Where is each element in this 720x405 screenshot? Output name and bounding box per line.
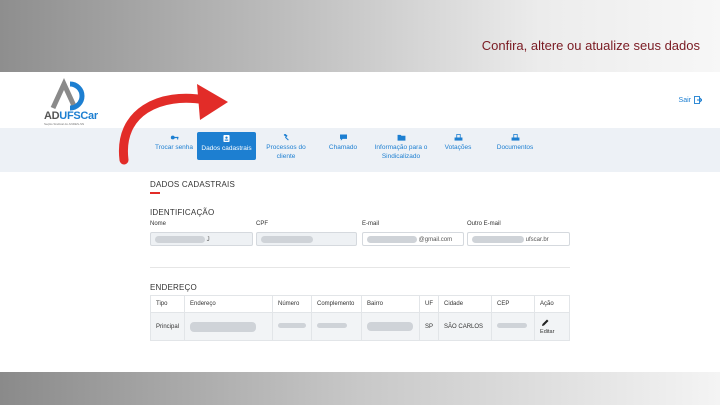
- brand-name: ADUFSCar: [44, 110, 98, 122]
- gavel-icon: [283, 134, 289, 141]
- nav-item-votacoes[interactable]: Votações: [440, 132, 476, 158]
- folder-icon: [397, 134, 405, 141]
- column-header: UF: [419, 295, 440, 313]
- key-icon: [170, 135, 178, 140]
- page-header: DADOS CADASTRAIS: [150, 180, 570, 194]
- nav-item-chamado[interactable]: Chamado: [326, 132, 360, 158]
- nome-field[interactable]: J: [150, 232, 253, 246]
- outro-email-field[interactable]: ufscar.br: [467, 232, 570, 246]
- column-header: Tipo: [149, 295, 186, 313]
- redacted-endereco: [190, 321, 257, 332]
- redacted-numero: [278, 323, 307, 329]
- identificacao-title: IDENTIFICAÇÃO: [150, 208, 215, 217]
- edit-label: Editar: [540, 328, 555, 335]
- chat-icon: [339, 134, 347, 141]
- nav-item-dados-cadastrais[interactable]: Dados cadastrais: [197, 132, 256, 160]
- redacted-complemento: [317, 323, 348, 329]
- logout-label: Sair: [678, 96, 691, 104]
- cpf-field[interactable]: [256, 232, 357, 246]
- page-title: DADOS CADASTRAIS: [150, 180, 235, 189]
- document-icon: [511, 134, 519, 141]
- nav-item-documentos[interactable]: Documentos: [494, 132, 536, 158]
- pencil-icon: [542, 319, 549, 326]
- email-field[interactable]: @gmail.com: [362, 232, 464, 246]
- column-header: Número: [272, 295, 313, 313]
- bairro-cell: [361, 312, 421, 341]
- id-card-icon: [223, 135, 230, 142]
- address-table: Tipo Endereço Número Complemento Bairro …: [149, 295, 570, 341]
- section-divider: [150, 267, 570, 268]
- outro-email-label: Outro E-mail: [467, 221, 501, 227]
- title-accent: [150, 192, 160, 194]
- column-header: Cidade: [438, 295, 493, 313]
- nome-label: Nome: [150, 221, 167, 227]
- nav-item-trocar-senha[interactable]: Trocar senha: [154, 132, 194, 158]
- column-header: CEP: [491, 295, 536, 313]
- uf-cell: SP: [419, 312, 440, 341]
- logout-button[interactable]: Sair: [679, 96, 702, 104]
- brand-subtitle: Seção Sindical do ANDES-SN: [44, 122, 85, 126]
- column-header: Ação: [534, 295, 570, 313]
- tipo-cell: Principal: [149, 312, 186, 341]
- column-header: Endereço: [184, 295, 274, 313]
- banner-caption: Confira, altere ou atualize seus dados: [481, 38, 700, 53]
- cep-cell: [491, 312, 536, 341]
- column-header: Bairro: [361, 295, 421, 313]
- table-header-row: Tipo Endereço Número Complemento Bairro …: [149, 295, 570, 313]
- endereco-title: ENDEREÇO: [150, 283, 197, 292]
- nav-item-processos-do-cliente[interactable]: Processos do cliente: [266, 132, 306, 160]
- app-window: ADUFSCar Seção Sindical do ANDES-SN Sair…: [0, 72, 720, 372]
- table-row: Principal SP SÃO CARLOS Editar: [149, 312, 570, 341]
- cidade-cell: SÃO CARLOS: [438, 312, 493, 341]
- edit-action[interactable]: Editar: [534, 312, 570, 341]
- logout-icon: [694, 96, 702, 104]
- nav-item-informacao-sindicalizado[interactable]: Informação para o Sindicalizado: [372, 132, 430, 160]
- email-label: E-mail: [362, 221, 380, 227]
- endereco-cell: [184, 312, 274, 341]
- redacted-name: [155, 236, 205, 243]
- redacted-bairro: [367, 322, 414, 331]
- column-header: Complemento: [311, 295, 363, 313]
- redacted-cpf: [261, 236, 313, 243]
- top-banner: [0, 0, 720, 72]
- cpf-label: CPF: [256, 221, 268, 227]
- main-navbar: Trocar senha Dados cadastrais Processos …: [0, 128, 720, 172]
- complemento-cell: [311, 312, 363, 341]
- bottom-banner: [0, 372, 720, 405]
- redacted-outro-email: [472, 236, 524, 243]
- ballot-icon: [454, 134, 462, 141]
- redacted-cep: [497, 323, 528, 329]
- numero-cell: [272, 312, 313, 341]
- redacted-email: [367, 236, 417, 243]
